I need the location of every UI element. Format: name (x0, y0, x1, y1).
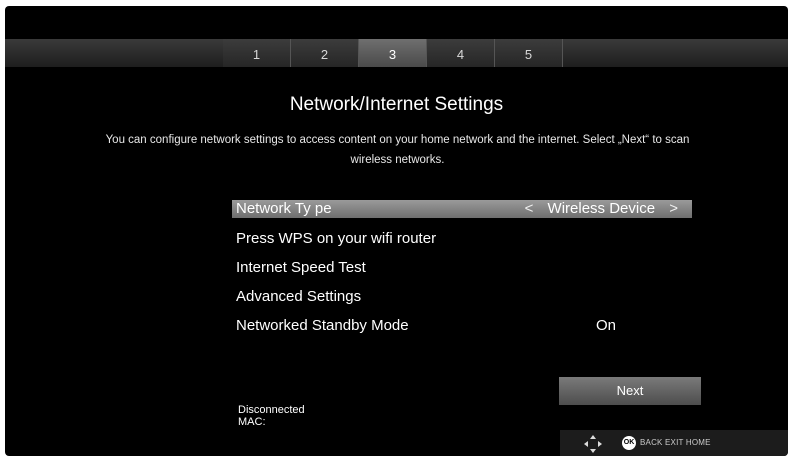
menu-item-advanced-settings[interactable]: Advanced Settings (232, 285, 692, 309)
step-3[interactable]: 3 (359, 39, 427, 67)
settings-menu: Network Ty pe < Wireless Device > Press … (232, 200, 692, 343)
arrow-left-icon[interactable]: < (515, 200, 544, 218)
remote-keys-hint: BACK EXIT HOME (640, 438, 711, 447)
step-bar: 1 2 3 4 5 (5, 39, 788, 67)
menu-item-label: Network Ty pe (236, 200, 332, 217)
ok-icon: OK (622, 436, 636, 450)
menu-item-label: Press WPS on your wifi router (236, 230, 437, 247)
network-type-selection: Wireless Device (547, 200, 656, 217)
step-4[interactable]: 4 (427, 39, 495, 67)
menu-item-networked-standby[interactable]: Networked Standby Mode On (232, 314, 692, 338)
menu-item-label: Networked Standby Mode (236, 317, 409, 334)
step-2[interactable]: 2 (291, 39, 359, 67)
connection-state: Disconnected (238, 404, 305, 416)
next-button[interactable]: Next (559, 377, 701, 405)
navigation-pad-icon (584, 435, 602, 453)
mac-address: MAC: (238, 416, 266, 428)
remote-hint-bar: OK BACK EXIT HOME (560, 430, 788, 456)
tv-screen: 1 2 3 4 5 Network/Internet Settings You … (5, 6, 788, 456)
connection-status: Disconnected MAC: (238, 404, 305, 428)
menu-item-label: Advanced Settings (236, 288, 362, 305)
standby-mode-value: On (595, 317, 616, 334)
menu-item-label: Internet Speed Test (236, 259, 366, 276)
step-5[interactable]: 5 (495, 39, 563, 67)
menu-item-wps[interactable]: Press WPS on your wifi router (232, 227, 692, 251)
arrow-right-icon[interactable]: > (659, 200, 688, 218)
page-title: Network/Internet Settings (289, 94, 504, 115)
step-1[interactable]: 1 (223, 39, 291, 67)
page-description: You can configure network settings to ac… (105, 134, 690, 166)
menu-item-speed-test[interactable]: Internet Speed Test (232, 256, 692, 280)
menu-item-network-type[interactable]: Network Ty pe < Wireless Device > (232, 200, 692, 218)
network-type-value: < Wireless Device > (515, 200, 688, 218)
